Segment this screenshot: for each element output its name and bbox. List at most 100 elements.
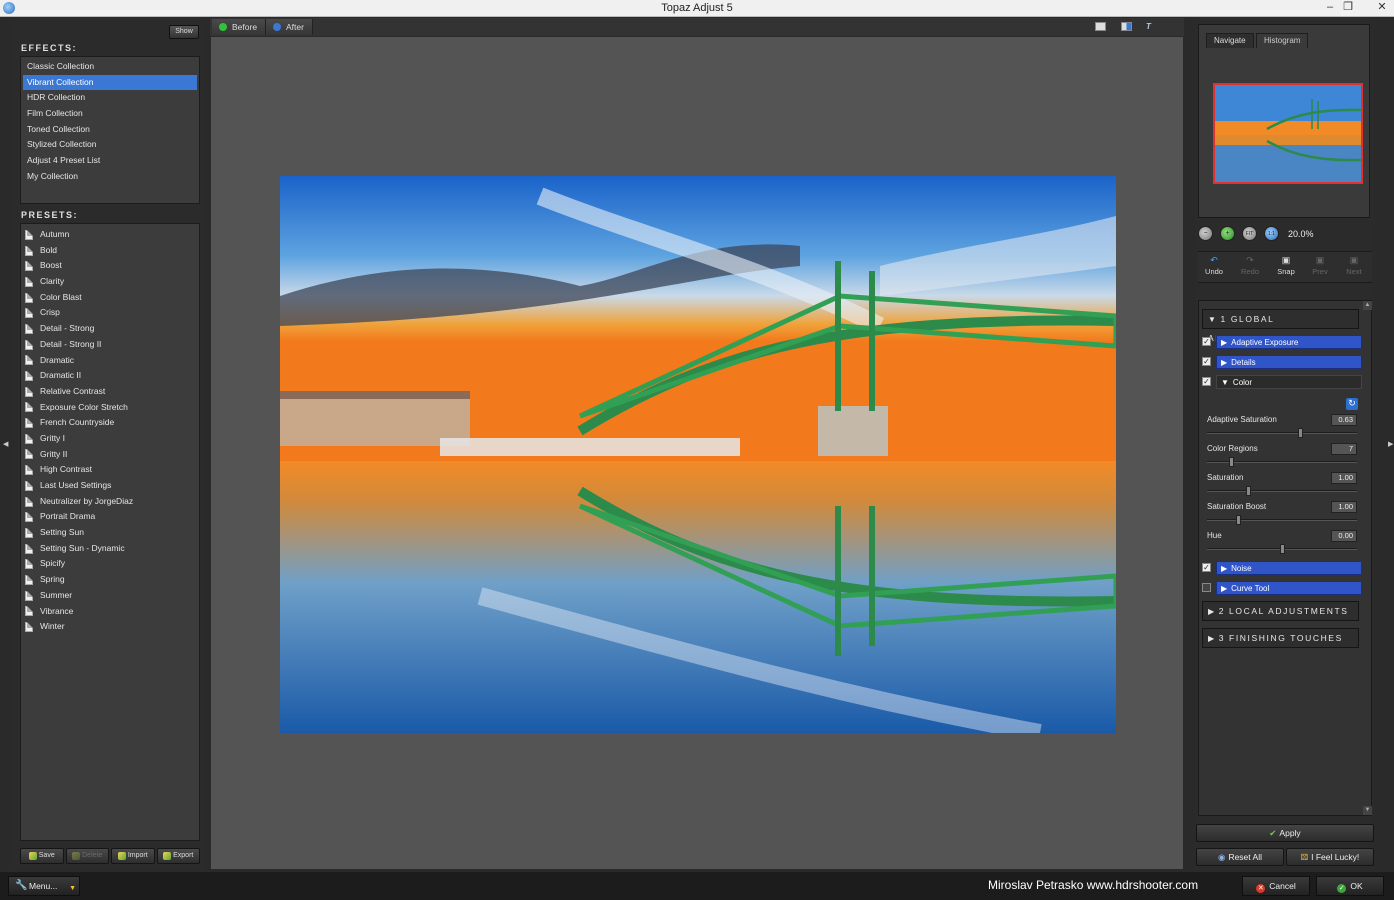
- slider-value-field[interactable]: 0.63: [1331, 414, 1357, 426]
- slider-track[interactable]: [1207, 432, 1357, 434]
- preset-item[interactable]: Setting Sun - Dynamic: [21, 541, 199, 557]
- effect-item[interactable]: Film Collection: [23, 106, 197, 122]
- slider-track[interactable]: [1207, 490, 1357, 492]
- preset-item[interactable]: Dramatic: [21, 353, 199, 369]
- preset-item[interactable]: Spicify: [21, 556, 199, 572]
- zoom-out-icon[interactable]: −: [1198, 226, 1213, 241]
- snap-button[interactable]: ▣ Snap: [1272, 256, 1300, 277]
- undo-button[interactable]: ↶ Undo: [1200, 256, 1228, 277]
- preset-item[interactable]: Detail - Strong II: [21, 337, 199, 353]
- preset-item[interactable]: Vibrance: [21, 604, 199, 620]
- export-button[interactable]: Export: [156, 848, 200, 864]
- preset-item[interactable]: Gritty I: [21, 431, 199, 447]
- zoom-fit-icon[interactable]: FIT: [1242, 226, 1257, 241]
- redo-button[interactable]: ↷ Redo: [1236, 256, 1264, 277]
- collapse-left-icon[interactable]: ◀: [3, 440, 8, 448]
- slider-value-field[interactable]: 1.00: [1331, 501, 1357, 513]
- preset-item[interactable]: Exposure Color Stretch: [21, 400, 199, 416]
- after-button[interactable]: After: [266, 19, 313, 35]
- slider-value-field[interactable]: 1.00: [1331, 472, 1357, 484]
- preset-item[interactable]: Spring: [21, 572, 199, 588]
- preset-item[interactable]: French Countryside: [21, 415, 199, 431]
- color-section[interactable]: ▼ Color: [1216, 375, 1362, 389]
- slider-track[interactable]: [1207, 519, 1357, 521]
- preset-item[interactable]: Winter: [21, 619, 199, 635]
- delete-button[interactable]: Delete: [65, 848, 109, 864]
- preview-canvas[interactable]: [210, 36, 1184, 870]
- close-button[interactable]: ✕: [1372, 0, 1392, 16]
- color-checkbox[interactable]: ✓: [1202, 377, 1211, 386]
- effect-item[interactable]: HDR Collection: [23, 90, 197, 106]
- menu-button[interactable]: 🔧 Menu... ▼: [8, 876, 80, 896]
- scroll-down-icon[interactable]: ▼: [1363, 806, 1372, 815]
- scroll-up-icon[interactable]: ▲: [1363, 301, 1372, 310]
- adaptive-exposure-checkbox[interactable]: ✓: [1202, 337, 1211, 346]
- preset-item[interactable]: Summer: [21, 588, 199, 604]
- tab-navigate[interactable]: Navigate: [1206, 33, 1254, 48]
- preset-item[interactable]: Portrait Drama: [21, 509, 199, 525]
- presets-list: Autumn Bold Boost Clarity Color Blast Crisp De…: [20, 223, 200, 841]
- zoom-in-icon[interactable]: +: [1220, 226, 1235, 241]
- preset-item[interactable]: Crisp: [21, 305, 199, 321]
- global-adjustments-header[interactable]: ▼1 GLOBAL ADJUSTMENTS: [1202, 309, 1359, 343]
- single-view-icon[interactable]: [1095, 22, 1106, 31]
- before-button[interactable]: Before: [212, 19, 267, 35]
- effect-item[interactable]: Vibrant Collection: [23, 74, 197, 91]
- preset-item[interactable]: Gritty II: [21, 447, 199, 463]
- curve-tool-section[interactable]: ▶ Curve Tool: [1216, 581, 1362, 595]
- split-view-icon[interactable]: [1121, 22, 1132, 31]
- slider-thumb[interactable]: [1280, 544, 1285, 554]
- preset-item[interactable]: High Contrast: [21, 462, 199, 478]
- next-button[interactable]: ▣ Next: [1340, 256, 1368, 277]
- preset-item[interactable]: Neutralizer by JorgeDiaz: [21, 494, 199, 510]
- tab-histogram[interactable]: Histogram: [1256, 33, 1309, 48]
- adaptive-exposure-section[interactable]: ▶ Adaptive Exposure: [1216, 335, 1362, 349]
- show-button[interactable]: Show: [169, 25, 199, 39]
- before-label: Before: [232, 22, 258, 32]
- slider-thumb[interactable]: [1236, 515, 1241, 525]
- slider-value-field[interactable]: 7: [1331, 443, 1357, 455]
- effect-item[interactable]: Toned Collection: [23, 122, 197, 138]
- noise-section[interactable]: ▶ Noise: [1216, 561, 1362, 575]
- collapsed-triangle-icon: ▶: [1208, 607, 1216, 616]
- preset-item[interactable]: Autumn: [21, 227, 199, 243]
- feel-lucky-button[interactable]: ⚄ I Feel Lucky!: [1286, 848, 1374, 866]
- slider-thumb[interactable]: [1298, 428, 1303, 438]
- slider-value-field[interactable]: 0.00: [1331, 530, 1357, 542]
- details-checkbox[interactable]: ✓: [1202, 357, 1211, 366]
- preset-item[interactable]: Last Used Settings: [21, 478, 199, 494]
- save-button[interactable]: Save: [20, 848, 64, 864]
- details-section[interactable]: ▶ Details: [1216, 355, 1362, 369]
- preset-item[interactable]: Detail - Strong: [21, 321, 199, 337]
- local-adjustments-header[interactable]: ▶ 2 LOCAL ADJUSTMENTS: [1202, 601, 1359, 621]
- preset-item[interactable]: Bold: [21, 243, 199, 259]
- minimize-button[interactable]: –: [1320, 0, 1340, 16]
- effect-item[interactable]: My Collection: [23, 169, 197, 185]
- zoom-100-icon[interactable]: 1:1: [1264, 226, 1279, 241]
- preset-item[interactable]: Relative Contrast: [21, 384, 199, 400]
- curve-tool-checkbox[interactable]: [1202, 583, 1211, 592]
- import-button[interactable]: Import: [111, 848, 155, 864]
- collapse-right-icon[interactable]: ▶: [1388, 440, 1393, 448]
- cancel-button[interactable]: ✕ Cancel: [1242, 876, 1310, 896]
- effect-item[interactable]: Adjust 4 Preset List: [23, 153, 197, 169]
- preset-item[interactable]: Setting Sun: [21, 525, 199, 541]
- preset-item[interactable]: Color Blast: [21, 290, 199, 306]
- reset-all-button[interactable]: ◉ Reset All: [1196, 848, 1284, 866]
- slider-thumb[interactable]: [1246, 486, 1251, 496]
- finishing-touches-header[interactable]: ▶ 3 FINISHING TOUCHES: [1202, 628, 1359, 648]
- reset-color-icon[interactable]: ↻: [1346, 398, 1358, 410]
- preset-item[interactable]: Dramatic II: [21, 368, 199, 384]
- adaptive-exposure-label: Adaptive Exposure: [1231, 338, 1299, 347]
- preset-item[interactable]: Clarity: [21, 274, 199, 290]
- navigator-thumbnail[interactable]: [1213, 83, 1363, 184]
- slider-thumb[interactable]: [1229, 457, 1234, 467]
- restore-button[interactable]: ❐: [1338, 0, 1358, 16]
- noise-checkbox[interactable]: ✓: [1202, 563, 1211, 572]
- ok-button[interactable]: ✓ OK: [1316, 876, 1384, 896]
- prev-button[interactable]: ▣ Prev: [1306, 256, 1334, 277]
- apply-button[interactable]: ✔ Apply: [1196, 824, 1374, 842]
- effect-item[interactable]: Classic Collection: [23, 59, 197, 75]
- preset-item[interactable]: Boost: [21, 258, 199, 274]
- effect-item[interactable]: Stylized Collection: [23, 137, 197, 153]
